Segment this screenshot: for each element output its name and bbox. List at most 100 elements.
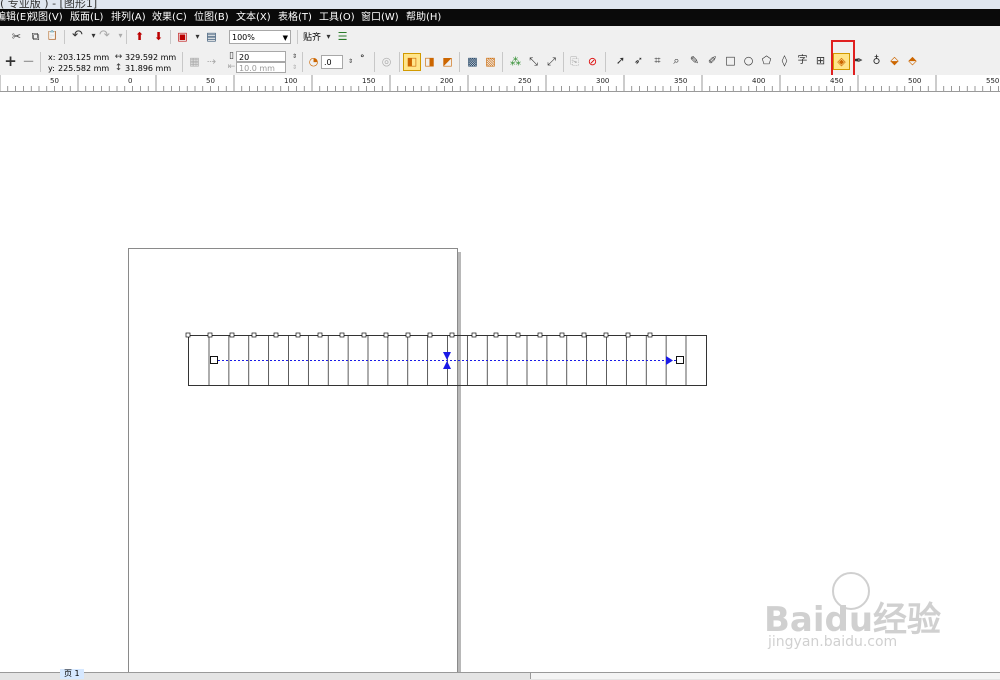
publish-dropdown-icon[interactable]: ▾ — [191, 30, 204, 43]
menu-item[interactable]: 视图(V) — [28, 10, 63, 25]
cut-icon[interactable]: ✂ — [10, 30, 23, 43]
smart-fill-tool-icon[interactable]: ✐ — [706, 54, 719, 67]
blend-direction-input[interactable]: .0 — [321, 55, 343, 69]
selection-handle — [339, 332, 345, 338]
toolbar-separator — [64, 30, 65, 44]
object-width-value[interactable]: 329.592 mm — [125, 53, 176, 63]
horizontal-scrollbar[interactable] — [530, 673, 1000, 679]
undo-icon[interactable]: ↶ — [71, 29, 84, 42]
start-end-properties-icon[interactable]: ⤡ — [527, 55, 540, 68]
ruler-label: 50 — [206, 77, 215, 85]
copy-icon[interactable]: ⧉ — [29, 30, 42, 43]
import-icon[interactable]: ⬆ — [133, 30, 146, 43]
selection-handle — [581, 332, 587, 338]
clear-blend-icon[interactable]: ⊘ — [586, 55, 599, 68]
publish-pdf-icon[interactable]: ▣ — [176, 30, 189, 43]
selection-handle — [449, 332, 455, 338]
menu-item[interactable]: 表格(T) — [278, 10, 312, 25]
polygon-tool-icon[interactable]: ⬠ — [760, 54, 773, 67]
menu-item[interactable]: 编辑(E) — [0, 10, 30, 25]
menu-item[interactable]: 排列(A) — [111, 10, 146, 25]
loop-blend-icon[interactable]: ◎ — [380, 55, 393, 68]
pick-tool-icon[interactable]: ➚ — [614, 54, 627, 67]
copy-blend-properties-icon[interactable]: ⎘ — [568, 55, 581, 68]
degree-symbol: ° — [360, 54, 365, 64]
export-icon[interactable]: ⬇ — [152, 30, 165, 43]
shape-tool-icon[interactable]: ➶ — [632, 54, 645, 67]
options-icon[interactable]: ☰ — [336, 30, 349, 43]
y-position-label: y: — [48, 64, 55, 73]
menu-item[interactable]: 版面(L) — [70, 10, 103, 25]
blend-direction-icon: ◔ — [308, 55, 319, 68]
selection-handle — [295, 332, 301, 338]
selection-handle — [185, 332, 191, 338]
blend-spacing-input[interactable]: 10.0 mm — [236, 62, 286, 73]
drawing-canvas[interactable]: Baidu经验 jingyan.baidu.com — [0, 92, 1000, 672]
fill-tool-icon[interactable]: ⬙ — [888, 54, 901, 67]
menu-item[interactable]: 位图(B) — [194, 10, 229, 25]
menu-item[interactable]: 文本(X) — [236, 10, 271, 25]
object-color-acceleration-icon[interactable]: ▩ — [466, 55, 479, 68]
spacing-spinner-icon[interactable]: ⇕ — [288, 61, 301, 74]
redo-icon[interactable]: ↷ — [98, 29, 111, 42]
zoom-tool-icon[interactable]: ⌕ — [670, 54, 683, 67]
selection-handle — [603, 332, 609, 338]
horizontal-ruler[interactable]: 50 0 50 100 150 200 250 300 350 400 450 500 550 — [0, 75, 1000, 92]
ellipse-tool-icon[interactable]: ○ — [742, 54, 755, 67]
accelerate-size-icon[interactable]: ▧ — [484, 55, 497, 68]
window-title: ( 专业版 ) - [图形1] — [0, 0, 98, 9]
counterclockwise-blend-icon[interactable]: ◩ — [441, 55, 454, 68]
app-launcher-icon[interactable]: ▤ — [205, 30, 218, 43]
clockwise-blend-icon[interactable]: ◨ — [423, 55, 436, 68]
menu-item[interactable]: 帮助(H) — [406, 10, 441, 25]
blend-end-arrow-icon — [666, 356, 673, 365]
paste-icon[interactable]: 📋 — [46, 30, 59, 43]
text-tool-icon[interactable]: 字 — [796, 54, 809, 67]
direction-spinner-icon[interactable]: ⇕ — [344, 55, 357, 68]
menu-item[interactable]: 窗口(W) — [361, 10, 399, 25]
direct-blend-icon[interactable]: ◧ — [403, 53, 421, 71]
toolbar-separator — [40, 52, 41, 72]
snap-dropdown-icon[interactable]: ▾ — [322, 30, 335, 43]
zoom-level-value: 100% — [232, 33, 255, 42]
plus-icon[interactable]: + — [4, 54, 17, 69]
preset-icon[interactable]: ▦ — [188, 55, 201, 68]
height-icon: ↕ — [114, 63, 123, 73]
watermark-logo: Baidu经验 jingyan.baidu.com — [754, 572, 984, 652]
selection-handle — [251, 332, 257, 338]
zoom-level-select[interactable]: 100% ▼ — [229, 30, 291, 44]
blend-steps-input[interactable]: 20 — [236, 51, 286, 62]
menu-item[interactable]: 工具(O) — [319, 10, 355, 25]
ruler-label: 400 — [752, 77, 765, 85]
crop-tool-icon[interactable]: ⌗ — [651, 54, 664, 67]
interactive-fill-tool-icon[interactable]: ⬘ — [906, 54, 919, 67]
y-position-value[interactable]: 225.582 mm — [58, 64, 109, 74]
ruler-label: 0 — [128, 77, 132, 85]
snap-to-label[interactable]: 贴齐 — [303, 33, 321, 43]
rectangle-tool-icon[interactable]: □ — [724, 54, 737, 67]
outline-pen-tool-icon[interactable]: ♁ — [870, 54, 883, 67]
add-preset-icon[interactable]: ⇢ — [205, 55, 218, 68]
page-tab[interactable]: 页 1 — [60, 669, 84, 679]
menu-item[interactable]: 效果(C) — [152, 10, 187, 25]
miscellaneous-blend-icon[interactable]: ⁂ — [509, 55, 522, 68]
freehand-tool-icon[interactable]: ✎ — [688, 54, 701, 67]
ruler-label: 100 — [284, 77, 297, 85]
ruler-label: 50 — [50, 77, 59, 85]
basic-shapes-tool-icon[interactable]: ◊ — [778, 54, 791, 67]
toolbar-separator — [297, 30, 298, 44]
toolbar-separator — [302, 52, 303, 72]
watermark-url: jingyan.baidu.com — [768, 634, 898, 650]
selection-handle — [427, 332, 433, 338]
ruler-label: 200 — [440, 77, 453, 85]
toolbar-separator — [605, 52, 606, 72]
blend-end-handle[interactable] — [676, 356, 684, 364]
blend-start-handle[interactable] — [210, 356, 218, 364]
selection-handle — [229, 332, 235, 338]
x-position-value[interactable]: 203.125 mm — [58, 53, 109, 63]
table-tool-icon[interactable]: ⊞ — [814, 54, 827, 67]
minus-icon[interactable]: − — [22, 54, 35, 69]
object-height-value[interactable]: 31.896 mm — [125, 64, 171, 74]
toolbar-separator — [563, 52, 564, 72]
path-properties-icon[interactable]: ⤢ — [545, 55, 558, 68]
